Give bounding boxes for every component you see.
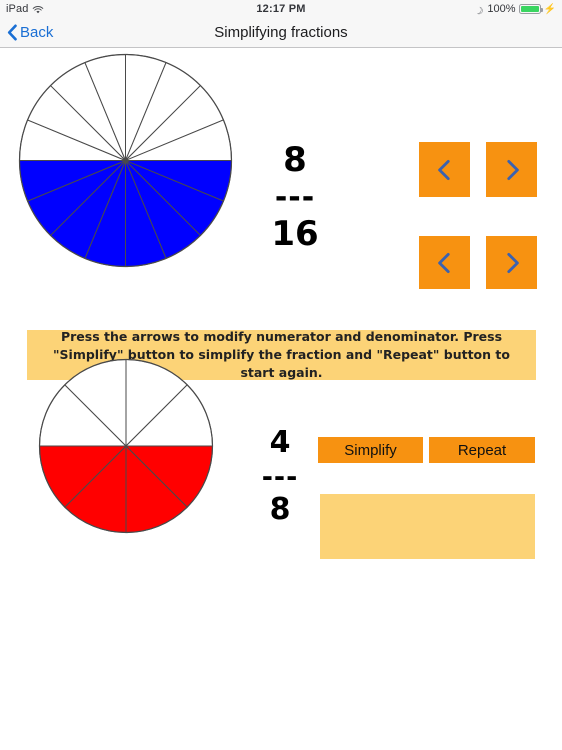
chevron-left-icon (7, 24, 18, 41)
top-denominator: 16 (271, 214, 319, 254)
top-fraction-display: 8 --- 16 (240, 143, 350, 251)
status-bar-right: ☾ 100% ⚡ (473, 2, 556, 16)
battery-full-icon (518, 4, 543, 14)
chevron-right-icon (499, 250, 525, 276)
back-button[interactable]: Back (7, 24, 53, 41)
repeat-button-label: Repeat (457, 441, 507, 459)
bottom-fraction-pie-chart (38, 358, 214, 534)
repeat-button[interactable]: Repeat (429, 437, 535, 463)
denominator-increase-button[interactable] (486, 236, 537, 289)
battery-percent-label: 100% (487, 3, 516, 15)
chevron-left-icon (432, 250, 458, 276)
crescent-moon-icon: ☾ (473, 2, 487, 16)
chevron-left-icon (432, 157, 458, 183)
bottom-denominator: 8 (269, 492, 291, 527)
top-fraction-bar: --- (274, 180, 316, 215)
result-output-box (320, 494, 535, 559)
chevron-right-icon (499, 157, 525, 183)
simplify-button-label: Simplify (344, 441, 397, 459)
back-button-label: Back (20, 24, 54, 41)
bottom-fraction-bar: --- (261, 462, 299, 493)
simplify-button[interactable]: Simplify (318, 437, 423, 463)
main-content: 8 --- 16 Press the arrows to modify nume… (0, 48, 562, 750)
bottom-numerator: 4 (269, 425, 291, 460)
top-numerator: 8 (283, 140, 307, 180)
status-bar: iPad 12:17 PM ☾ 100% ⚡ (0, 0, 562, 18)
top-fraction-pie-chart (18, 53, 233, 268)
navigation-bar: Back Simplifying fractions (0, 18, 562, 48)
numerator-increase-button[interactable] (486, 142, 537, 197)
numerator-decrease-button[interactable] (419, 142, 470, 197)
denominator-decrease-button[interactable] (419, 236, 470, 289)
bottom-fraction-display: 4 --- 8 (240, 428, 320, 525)
lightning-bolt-icon: ⚡ (543, 3, 556, 15)
page-title: Simplifying fractions (214, 24, 348, 41)
